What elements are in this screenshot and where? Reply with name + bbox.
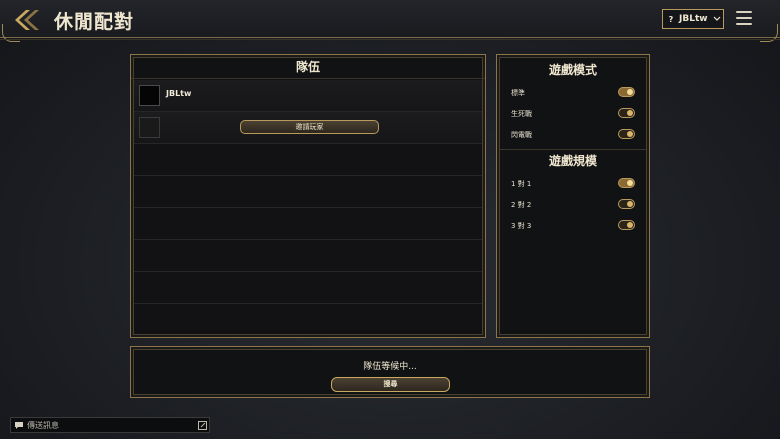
game-mode-title: 遊戲模式: [548, 63, 597, 77]
mode-option-standard: 標準: [500, 82, 646, 103]
scale-option-3v3: 3 對 3: [500, 215, 646, 236]
chat-placeholder: 傳送訊息: [27, 420, 59, 430]
search-panel: 隊伍等候中... 搜尋: [130, 346, 650, 398]
scale-2v2-toggle[interactable]: [618, 199, 635, 209]
game-options-panel: 遊戲模式 標準 生死戰 閃電戰 遊戲規模 1 對 1 2 對 2 3 對 3: [496, 54, 650, 338]
scale-1v1-toggle[interactable]: [618, 178, 635, 188]
mode-option-label: 生死戰: [511, 110, 532, 118]
game-mode-section: 遊戲模式 標準 生死戰 閃電戰: [500, 58, 646, 154]
help-icon: ?: [668, 14, 674, 24]
scale-option-label: 3 對 3: [511, 222, 532, 230]
scale-option-label: 1 對 1: [511, 180, 532, 188]
team-row-empty: [134, 208, 482, 240]
team-panel-title: 隊伍: [131, 55, 485, 79]
user-account-button[interactable]: ? JBLtw: [662, 9, 724, 29]
mode-option-deathmatch: 生死戰: [500, 103, 646, 124]
mode-standard-toggle[interactable]: [618, 87, 635, 97]
mode-option-blitz: 閃電戰: [500, 124, 646, 145]
search-button[interactable]: 搜尋: [331, 377, 450, 392]
user-name: JBLtw: [679, 14, 708, 24]
game-scale-title: 遊戲規模: [548, 154, 597, 168]
team-row-empty: [134, 144, 482, 176]
invite-player-button[interactable]: 邀請玩家: [240, 120, 379, 134]
edit-icon[interactable]: [195, 420, 209, 430]
team-list: JBLtw 邀請玩家: [134, 80, 482, 334]
team-row-invite: 邀請玩家: [134, 112, 482, 144]
queue-status-text: 隊伍等候中...: [363, 362, 417, 372]
corner-ornament: [760, 24, 778, 42]
back-button[interactable]: [8, 6, 48, 34]
mode-option-label: 標準: [511, 89, 525, 97]
team-row-empty: [134, 304, 482, 334]
scale-option-2v2: 2 對 2: [500, 194, 646, 215]
team-panel: 隊伍 JBLtw 邀請玩家: [130, 54, 486, 338]
game-scale-section: 遊戲規模 1 對 1 2 對 2 3 對 3: [500, 149, 646, 236]
top-bar: 休閒配對 ? JBLtw: [0, 0, 780, 42]
chat-bubble-icon: [11, 421, 27, 430]
team-row-empty: [134, 176, 482, 208]
chat-input-bar[interactable]: 傳送訊息: [10, 417, 210, 433]
chevron-down-icon: [711, 13, 723, 25]
team-row-empty: [134, 272, 482, 304]
scale-option-label: 2 對 2: [511, 201, 532, 209]
scale-option-1v1: 1 對 1: [500, 173, 646, 194]
scale-3v3-toggle[interactable]: [618, 220, 635, 230]
hamburger-menu-icon[interactable]: [736, 11, 752, 25]
mode-deathmatch-toggle[interactable]: [618, 108, 635, 118]
back-arrow-icon: [15, 10, 39, 30]
avatar: [139, 85, 160, 106]
team-row-empty: [134, 240, 482, 272]
player-name: JBLtw: [166, 89, 192, 98]
team-row-player: JBLtw: [134, 80, 482, 112]
avatar-empty: [139, 117, 160, 138]
mode-option-label: 閃電戰: [511, 131, 532, 139]
page-title: 休閒配對: [54, 11, 135, 33]
mode-blitz-toggle[interactable]: [618, 129, 635, 139]
